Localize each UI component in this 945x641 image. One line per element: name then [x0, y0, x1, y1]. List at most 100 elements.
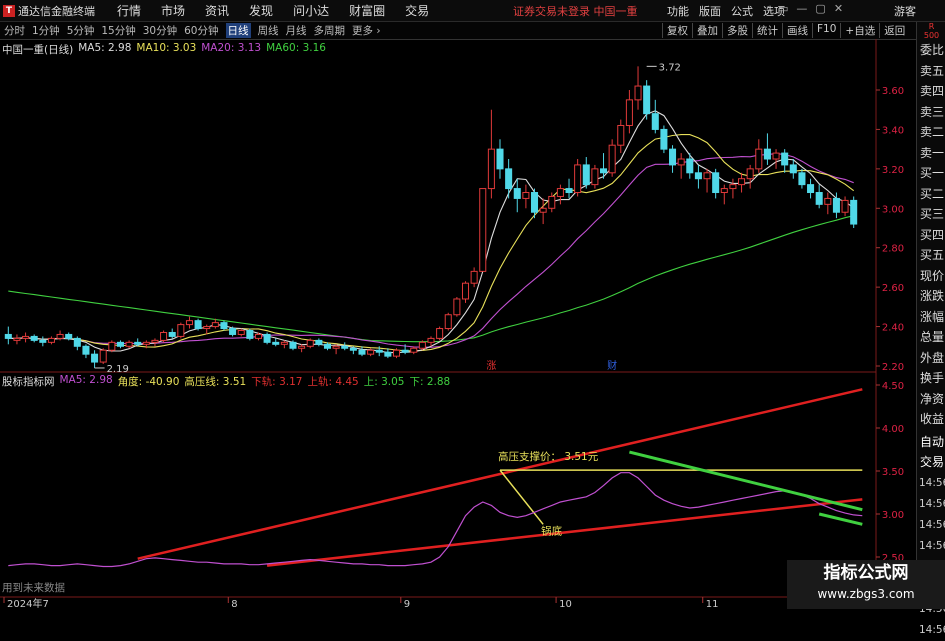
watermark-title: 指标公式网: [823, 563, 909, 583]
menu-item-news[interactable]: 资讯: [205, 2, 229, 19]
candle-body: [315, 339, 323, 345]
menu-item-market[interactable]: 市场: [161, 2, 185, 19]
future-data-note: 用到未来数据: [2, 582, 65, 594]
candle-body: [298, 345, 306, 349]
quote-field-label: 现价: [920, 268, 945, 283]
time-tick-label: 8: [231, 599, 237, 609]
close-icon[interactable]: ✕: [834, 2, 843, 15]
candle-body: [73, 337, 81, 347]
app-title: 通达信金融终端: [18, 4, 95, 18]
candle-body: [263, 333, 271, 343]
candle-body: [479, 188, 487, 272]
candle-body: [280, 341, 288, 345]
lower-rail-line: [266, 498, 863, 567]
auto-trade-label[interactable]: 自动: [917, 432, 945, 453]
quote-field-label: 收益: [920, 412, 945, 426]
candle-body: [574, 164, 582, 194]
tick-time: 14:56: [919, 518, 945, 531]
indicator-ma5-line: [8, 472, 863, 568]
minimize-icon[interactable]: —: [796, 2, 807, 15]
indicator-tick-label: 4.50: [882, 381, 904, 392]
candle-body: [194, 320, 202, 330]
kline-chart[interactable]: 3.60 3.40 3.20 3.00 2.80 2.60 2.40 2.20 4.50 4.00…: [0, 22, 916, 609]
menu-item-layout[interactable]: 版面: [699, 3, 721, 19]
candle-body: [738, 178, 746, 186]
candle-body: [160, 331, 168, 341]
green-upper-line: [629, 450, 863, 512]
candle-body: [453, 298, 461, 316]
menu-item-quotes[interactable]: 行情: [117, 2, 141, 19]
bottom-label: 锅底: [541, 524, 562, 537]
maximize-icon[interactable]: ▢: [815, 2, 825, 15]
window-controls: ▭ — ▢ ✕: [778, 2, 851, 15]
quote-field-label: 卖二: [920, 125, 945, 139]
candle-body: [496, 148, 504, 170]
candle-body: [677, 158, 685, 166]
time-tick-label: 2024年7: [7, 597, 49, 609]
candle-body: [470, 270, 478, 284]
quote-field-label: 总量: [920, 330, 945, 344]
auto-trade-label[interactable]: 交易: [917, 452, 945, 473]
price-tick-label: 2.80: [882, 244, 904, 255]
quote-field-label: 买五: [920, 248, 945, 262]
candle-body: [548, 195, 556, 209]
candle-body: [116, 341, 124, 347]
candle-body: [643, 85, 651, 115]
candle-body: [530, 192, 539, 213]
candle-body: [669, 148, 677, 166]
quote-field-label: 净资: [920, 391, 945, 406]
menu-item-formula[interactable]: 公式: [731, 3, 753, 19]
menu-item-trade[interactable]: 交易: [405, 2, 429, 19]
candle-body: [30, 335, 38, 341]
guest-button[interactable]: 游客: [894, 3, 916, 19]
quote-field-label: 卖一: [920, 145, 945, 160]
candle-body: [220, 322, 228, 330]
candle-body: [375, 349, 383, 353]
quote-field-label: 卖三: [920, 104, 945, 119]
candle-body: [789, 164, 797, 174]
ma-line-5: [8, 110, 855, 354]
rsb-top-badge: R 500: [923, 22, 940, 40]
candle-body: [418, 341, 426, 349]
candle-body: [4, 333, 12, 339]
quote-field-label: 买一: [920, 166, 945, 180]
candle-body: [746, 168, 754, 180]
candle-body: [65, 333, 73, 339]
candle-body: [539, 207, 547, 213]
time-tick-label: 10: [559, 599, 572, 609]
menu-item-wealth[interactable]: 财富圈: [349, 2, 385, 19]
tick-time: 14:56: [919, 497, 945, 510]
quote-field-label: 买四: [920, 227, 945, 242]
right-menu: 功能 版面 公式 选项: [667, 3, 795, 19]
time-tick-label: 9: [404, 599, 410, 609]
candle-body: [686, 158, 694, 174]
candle-body: [703, 172, 711, 180]
candle-body: [651, 113, 659, 130]
login-status[interactable]: 证券交易未登录 中国一重: [513, 3, 638, 19]
candle-body: [436, 328, 444, 339]
candle-body: [513, 188, 521, 199]
candle-body: [772, 152, 780, 160]
watermark-url: www.zbgs3.com: [817, 587, 915, 601]
candle-body: [712, 172, 720, 194]
candle-body: [246, 330, 254, 339]
candle-body: [600, 168, 608, 174]
price-tick-label: 3.40: [882, 125, 904, 136]
candle-body: [556, 188, 564, 197]
app-logo: T 通达信金融终端: [0, 0, 95, 21]
candle-body: [332, 345, 340, 349]
candle-body: [358, 349, 366, 355]
menu-item-discover[interactable]: 发现: [249, 2, 273, 19]
candle-body: [401, 349, 409, 353]
candle-body: [177, 324, 185, 337]
candle-body: [341, 345, 349, 349]
candle-body: [763, 148, 771, 160]
candle-body: [850, 199, 858, 225]
candle-body: [108, 341, 116, 351]
restore-icon[interactable]: ▭: [778, 2, 788, 15]
candle-body: [289, 341, 297, 349]
candle-body: [841, 199, 849, 213]
menu-item-ask[interactable]: 问小达: [293, 2, 329, 19]
menu-item-function[interactable]: 功能: [667, 3, 689, 19]
candle-body: [91, 353, 99, 363]
